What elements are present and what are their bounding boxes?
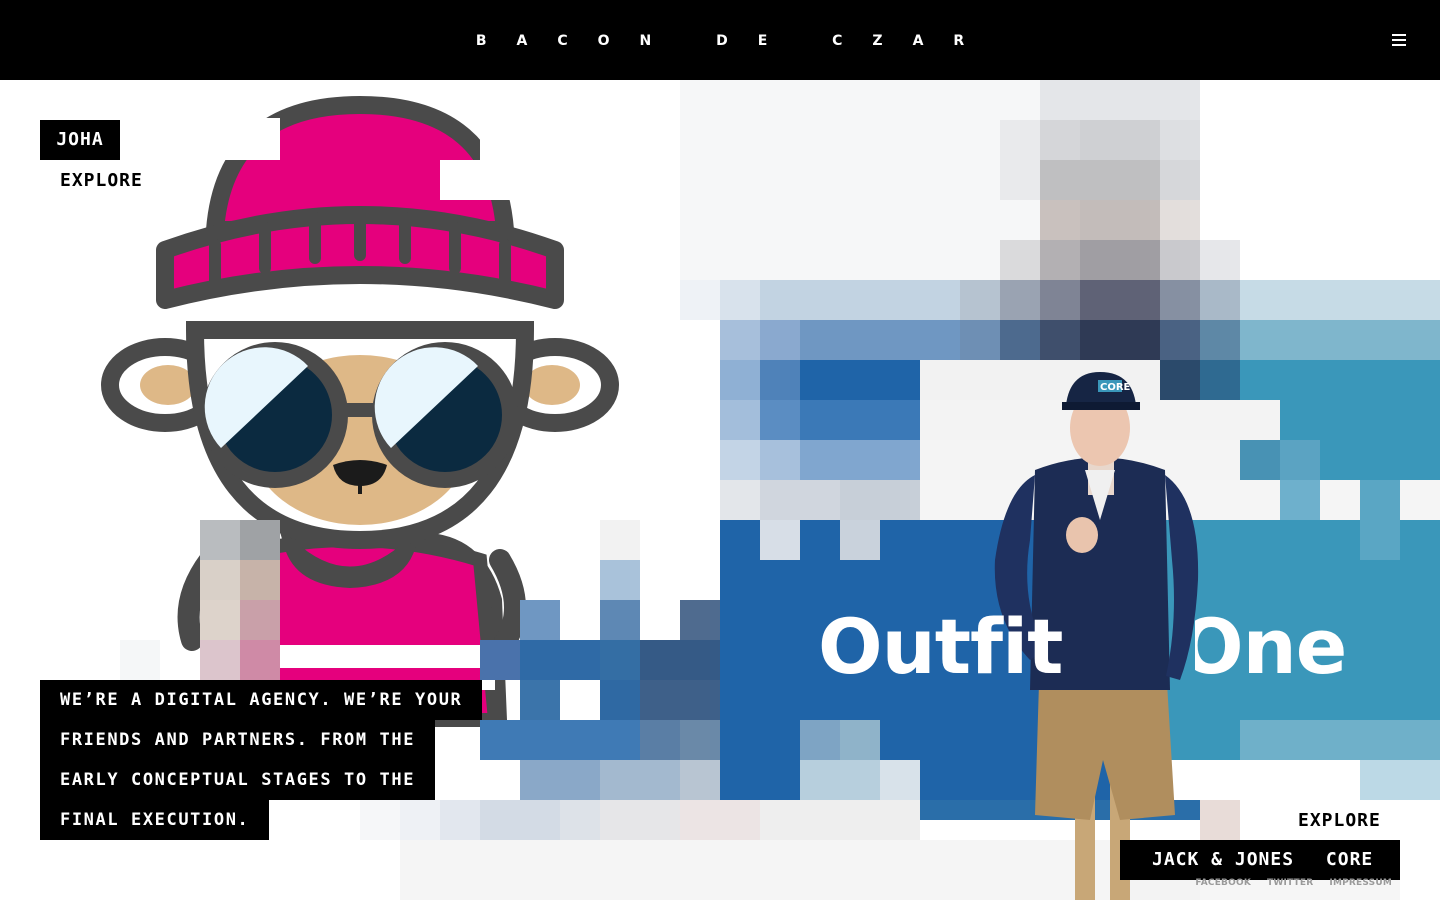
headline-outfit: Outfit xyxy=(818,602,1063,691)
facebook-link[interactable]: FACEBOOK xyxy=(1195,878,1251,888)
pixel-mosaic-top xyxy=(680,80,1440,320)
site-logo[interactable]: BACON DE CZAR xyxy=(0,0,1440,80)
hero-stage: CORE Outfit One JOHA EXPLORE WE’RE A DIG… xyxy=(0,80,1440,900)
jack-jones-explore-link[interactable]: EXPLORE xyxy=(1298,810,1381,831)
menu-line xyxy=(1392,34,1406,36)
top-navigation-bar: BACON DE CZAR xyxy=(0,0,1440,80)
jack-jones-project-title[interactable]: JACK & JONES CORE xyxy=(1120,840,1400,880)
menu-line xyxy=(1392,39,1406,41)
impressum-link[interactable]: IMPRESSUM xyxy=(1329,878,1392,888)
hamburger-menu-icon[interactable] xyxy=(1392,34,1406,46)
menu-line xyxy=(1392,44,1406,46)
headline-one: One xyxy=(1179,602,1347,691)
joha-explore-link[interactable]: EXPLORE xyxy=(60,170,143,191)
joha-project-title[interactable]: JOHA xyxy=(40,120,120,160)
footer-social-links: FACEBOOK TWITTER IMPRESSUM xyxy=(1195,878,1392,888)
cap-logo-text: CORE xyxy=(1100,382,1131,393)
agency-intro-text: WE’RE A DIGITAL AGENCY. WE’RE YOUR FRIEN… xyxy=(40,680,483,840)
twitter-link[interactable]: TWITTER xyxy=(1267,878,1313,888)
